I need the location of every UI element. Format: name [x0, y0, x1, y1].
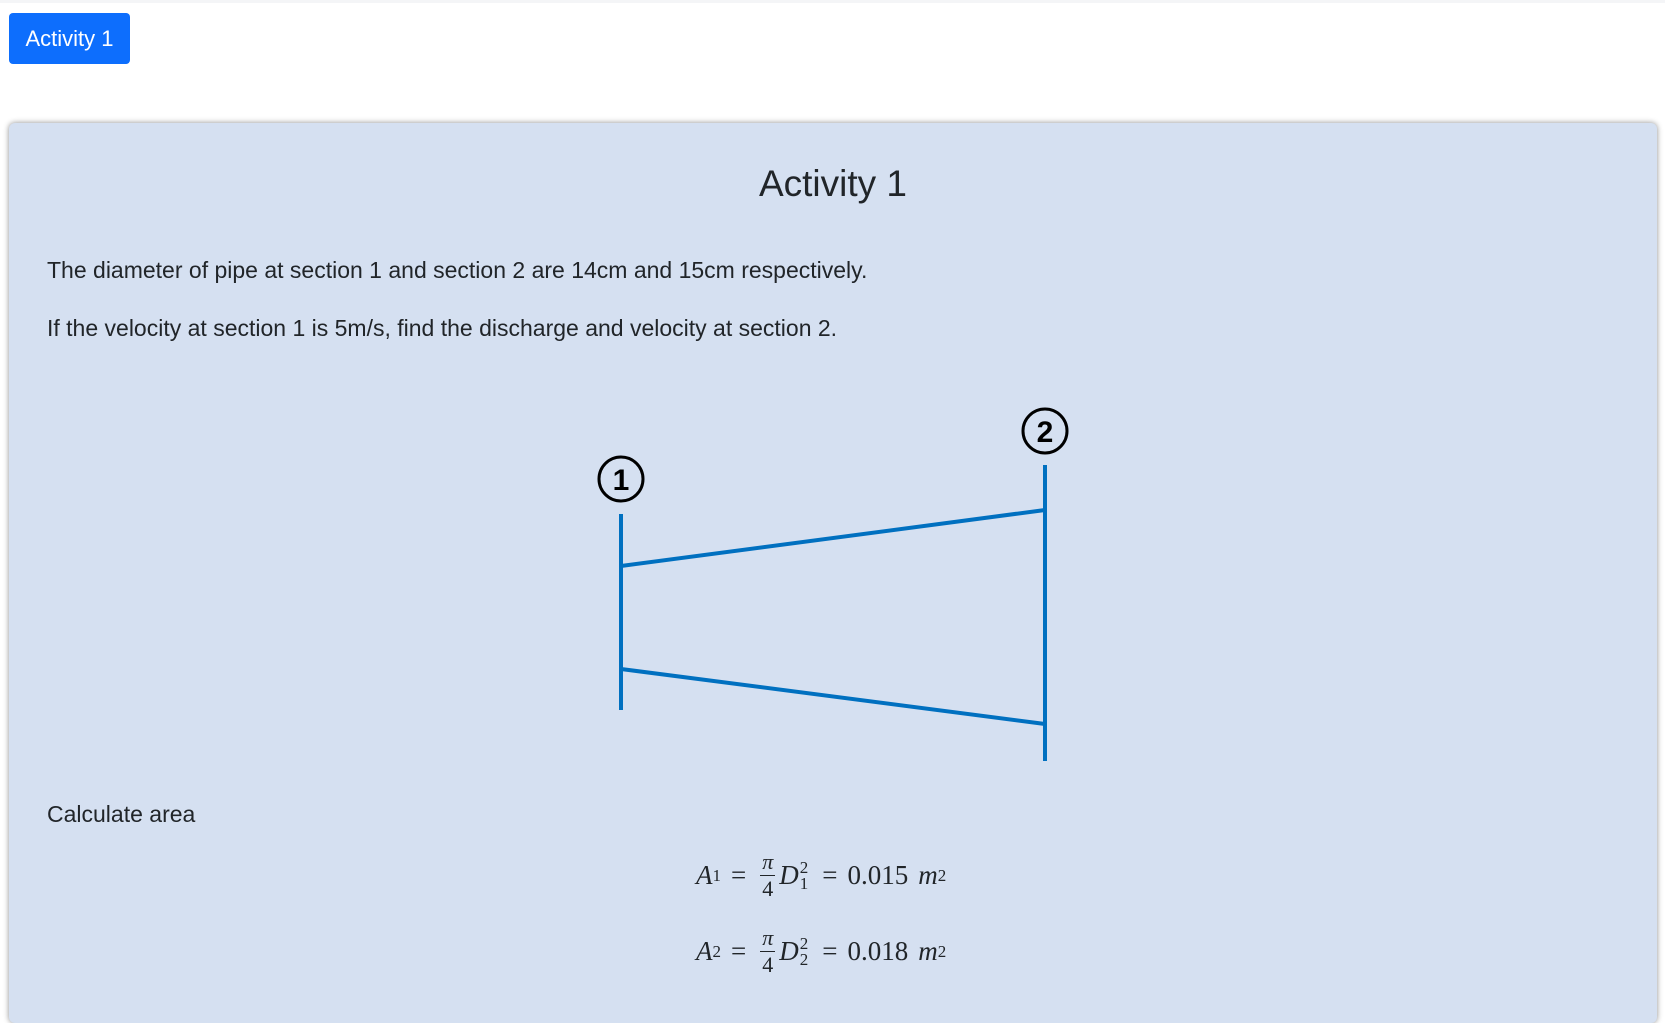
eq1-frac-den: 4 [762, 876, 774, 901]
eq2-lhs: A [696, 936, 713, 966]
eq1-var: D [779, 860, 799, 890]
eq2-lhs-sub: 2 [712, 941, 722, 961]
eq2-fraction: π 4 [760, 925, 776, 978]
eq1-var-sub: 1 [799, 873, 809, 893]
section-2-label: 2 [1037, 416, 1054, 449]
section-2-marker: 2 [1021, 407, 1069, 455]
section-1-label: 1 [613, 464, 630, 497]
problem-statement-velocity: If the velocity at section 1 is 5m/s, fi… [47, 315, 838, 341]
pipe-bottom-wall [620, 667, 1046, 726]
eq2-unit-sup: 2 [937, 941, 947, 961]
eq1-lhs: A [696, 860, 713, 890]
eq2-unit: m [918, 936, 938, 966]
top-bar [0, 0, 1665, 3]
activity-card: Activity 1 The diameter of pipe at secti… [9, 123, 1657, 1023]
eq2-var: D [779, 936, 799, 966]
calculate-area-label: Calculate area [47, 801, 196, 827]
section-1-marker: 1 [597, 455, 645, 503]
activity-1-button[interactable]: Activity 1 [9, 13, 130, 64]
eq2-frac-den: 4 [762, 952, 774, 977]
section-2-circle [1021, 407, 1069, 455]
eq1-unit: m [918, 860, 938, 890]
eq1-unit-sup: 2 [937, 865, 947, 885]
eq1-lhs-sub: 1 [712, 865, 722, 885]
section-1-circle [597, 455, 645, 503]
eq1-result: 0.015 [847, 860, 909, 890]
eq1-frac-num: π [760, 849, 776, 876]
eq2-frac-num: π [760, 925, 776, 952]
pipe-top-wall [620, 508, 1046, 568]
eq2-result: 0.018 [847, 936, 909, 966]
card-title: Activity 1 [758, 163, 908, 204]
area-equation-1: A1 = π 4 D 2 1 = 0.015 m2 [696, 849, 947, 902]
eq2-var-sub: 2 [799, 949, 809, 969]
area-equation-2: A2 = π 4 D 2 2 = 0.018 m2 [696, 925, 947, 978]
eq1-fraction: π 4 [760, 849, 776, 902]
problem-statement-diameters: The diameter of pipe at section 1 and se… [47, 257, 868, 283]
